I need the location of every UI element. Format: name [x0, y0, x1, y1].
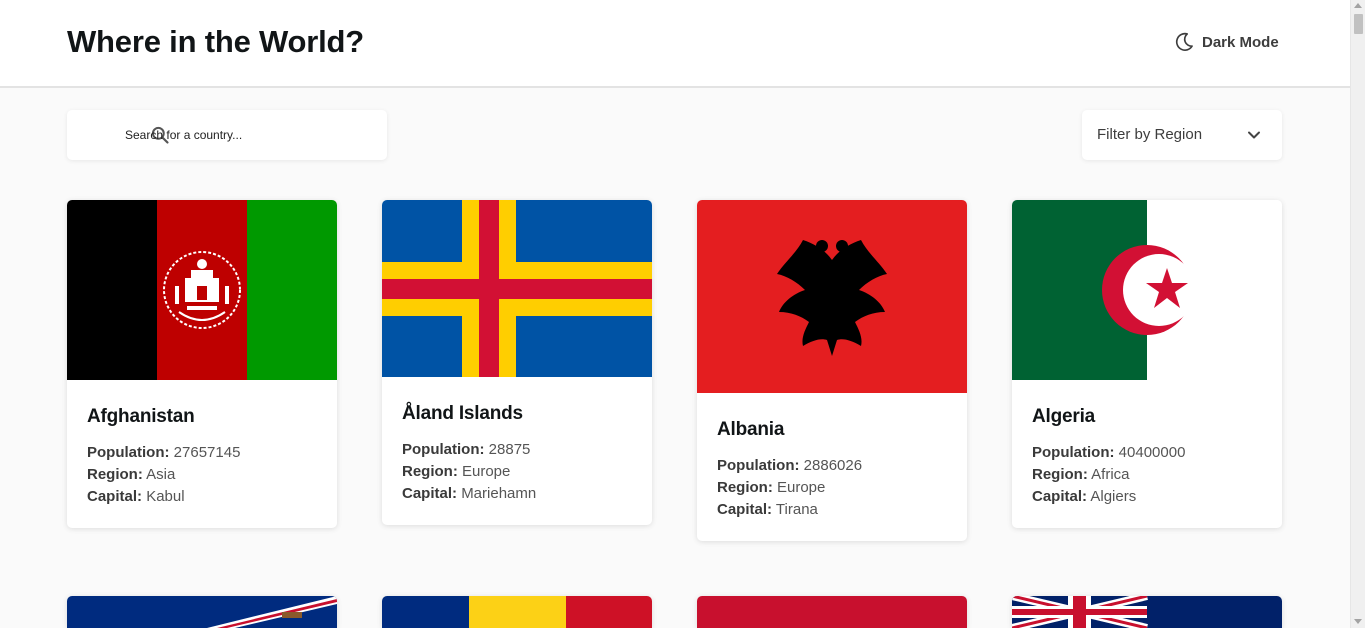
region-value: Europe	[462, 463, 511, 480]
capital-label: Capital:	[87, 488, 143, 505]
capital-value: Kabul	[146, 488, 185, 505]
capital-line: Capital: Tirana	[717, 499, 947, 521]
country-name: Albania	[717, 419, 785, 440]
region-label: Region:	[717, 479, 773, 496]
dark-mode-label: Dark Mode	[1202, 33, 1279, 51]
region-value: Europe	[777, 479, 826, 496]
capital-label: Capital:	[1032, 488, 1088, 505]
capital-value: Mariehamn	[461, 485, 537, 502]
flag-image	[382, 596, 652, 628]
capital-value: Tirana	[775, 501, 818, 518]
card-body: Afghanistan Population: 27657145 Region:…	[67, 380, 337, 528]
country-name: Afghanistan	[87, 406, 195, 427]
capital-value: Algiers	[1090, 488, 1137, 505]
region-line: Region: Africa	[1032, 464, 1262, 486]
card-body: Albania Population: 2886026 Region: Euro…	[697, 393, 967, 541]
scroll-down-arrow-icon[interactable]	[1354, 619, 1362, 624]
population-line: Population: 28875	[402, 439, 632, 461]
flag-image	[697, 200, 967, 393]
population-line: Population: 2886026	[717, 455, 947, 477]
country-card[interactable]: Algeria Population: 40400000 Region: Afr…	[1012, 200, 1282, 528]
dark-mode-toggle[interactable]: Dark Mode	[1173, 30, 1279, 54]
search-box	[67, 110, 387, 160]
population-value: 40400000	[1118, 444, 1186, 461]
region-line: Region: Europe	[717, 477, 947, 499]
country-card[interactable]: Afghanistan Population: 27657145 Region:…	[67, 200, 337, 528]
country-name: Åland Islands	[402, 403, 523, 424]
region-line: Region: Asia	[87, 464, 317, 486]
card-body: Algeria Population: 40400000 Region: Afr…	[1012, 380, 1282, 528]
flag-image	[1012, 596, 1282, 628]
region-label: Region:	[402, 463, 458, 480]
capital-line: Capital: Kabul	[87, 486, 317, 508]
top-header: Where in the World? Dark Mode	[0, 0, 1350, 88]
region-value: Asia	[146, 466, 176, 483]
vertical-scrollbar[interactable]	[1350, 0, 1365, 628]
scrollbar-thumb[interactable]	[1354, 14, 1363, 34]
scroll-up-arrow-icon[interactable]	[1354, 3, 1362, 8]
search-input[interactable]	[125, 110, 375, 160]
capital-label: Capital:	[717, 501, 773, 518]
flag-image	[697, 596, 967, 628]
flag-image	[382, 200, 652, 377]
flag-image	[67, 596, 337, 628]
population-label: Population:	[87, 444, 170, 461]
region-filter-dropdown[interactable]: Filter by Region	[1082, 110, 1282, 160]
region-value: Africa	[1091, 466, 1130, 483]
country-card[interactable]	[697, 596, 967, 628]
flag-image	[1012, 200, 1282, 380]
population-label: Population:	[1032, 444, 1115, 461]
population-value: 2886026	[803, 457, 863, 474]
country-name: Algeria	[1032, 406, 1096, 427]
country-card[interactable]	[67, 596, 337, 628]
country-card[interactable]: Albania Population: 2886026 Region: Euro…	[697, 200, 967, 541]
population-label: Population:	[717, 457, 800, 474]
filter-label: Filter by Region	[1097, 126, 1203, 143]
region-line: Region: Europe	[402, 461, 632, 483]
region-label: Region:	[87, 466, 143, 483]
population-line: Population: 27657145	[87, 442, 317, 464]
country-card[interactable]: Åland Islands Population: 28875 Region: …	[382, 200, 652, 525]
capital-label: Capital:	[402, 485, 458, 502]
population-value: 27657145	[173, 444, 241, 461]
population-label: Population:	[402, 441, 485, 458]
page-title: Where in the World?	[67, 24, 365, 59]
capital-line: Capital: Algiers	[1032, 486, 1262, 508]
country-card[interactable]	[1012, 596, 1282, 628]
country-card[interactable]	[382, 596, 652, 628]
card-body: Åland Islands Population: 28875 Region: …	[382, 377, 652, 525]
chevron-down-icon	[1248, 131, 1260, 139]
moon-icon	[1175, 32, 1193, 51]
region-label: Region:	[1032, 466, 1088, 483]
capital-line: Capital: Mariehamn	[402, 483, 632, 505]
population-value: 28875	[488, 441, 531, 458]
flag-image	[67, 200, 337, 380]
population-line: Population: 40400000	[1032, 442, 1262, 464]
